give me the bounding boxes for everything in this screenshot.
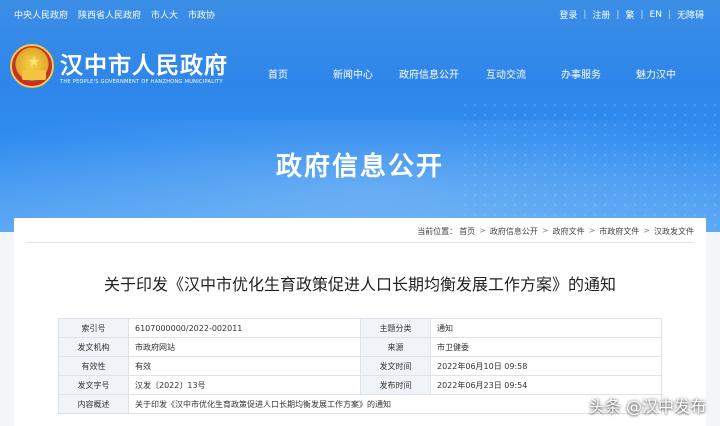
divider (26, 242, 694, 243)
meta-key: 主题分类 (360, 318, 431, 338)
nav-home[interactable]: 首页 (268, 66, 288, 81)
meta-key: 内容概述 (58, 394, 129, 414)
top-links: 中央人民政府 陕西省人民政府 市人大 市政协 (14, 8, 215, 21)
meta-summary-value: 关于印发《汉中市优化生育政策促进人口长期均衡发展工作方案》的通知 (128, 394, 662, 414)
table-row: 索引号 6107000000/2022-002011 主题分类 通知 (58, 318, 662, 338)
table-row: 有效性 有效 发文时间 2022年06月10日 09:58 (58, 356, 662, 376)
table-row: 发文字号 汉发〔2022〕13号 发布时间 2022年06月23日 09:54 (58, 375, 662, 395)
separator: | (616, 9, 620, 20)
breadcrumb-gov-info[interactable]: 政府信息公开 (490, 226, 538, 237)
watermark: 头条 @汉中发布 (588, 397, 706, 416)
breadcrumb: 当前位置： 首页 > 政府信息公开 > 政府文件 > 市政府文件 > 汉政发文件 (417, 226, 694, 237)
user-links: 登录 | 注册 | 繁 | EN | 无障碍 (559, 8, 704, 22)
nav-charm-hanzhong[interactable]: 魅力汉中 (636, 66, 676, 81)
table-row: 发文机构 市政府网站 来源 市卫健委 (58, 337, 662, 357)
meta-value: 有效 (128, 356, 361, 376)
national-emblem-icon[interactable]: ★ (10, 44, 54, 88)
breadcrumb-hanzhengfa[interactable]: 汉政发文件 (654, 226, 694, 237)
login-link[interactable]: 登录 (559, 8, 577, 21)
breadcrumb-home[interactable]: 首页 (459, 226, 475, 237)
meta-value: 汉发〔2022〕13号 (128, 375, 361, 395)
traditional-chinese-toggle[interactable]: 繁 (625, 8, 634, 21)
star-icon: ★ (27, 54, 41, 70)
breadcrumb-separator: > (588, 226, 596, 235)
accessibility-link[interactable]: 无障碍 (677, 8, 704, 21)
header-banner: 中央人民政府 陕西省人民政府 市人大 市政协 登录 | 注册 | 繁 | EN … (0, 0, 720, 232)
meta-key: 来源 (360, 337, 431, 357)
breadcrumb-separator: > (643, 226, 650, 235)
meta-key: 发文字号 (58, 375, 129, 395)
nav-services[interactable]: 办事服务 (561, 66, 601, 81)
nav-gov-info[interactable]: 政府信息公开 (399, 66, 459, 81)
meta-value: 通知 (430, 318, 662, 338)
meta-value: 6107000000/2022-002011 (128, 318, 361, 338)
meta-value: 2022年06月10日 09:58 (430, 356, 662, 376)
site-name[interactable]: 汉中市人民政府 (60, 46, 228, 80)
breadcrumb-separator: > (479, 226, 486, 235)
meta-value: 市政府网站 (128, 337, 361, 357)
tiananmen-icon (22, 70, 46, 80)
table-row: 内容概述 关于印发《汉中市优化生育政策促进人口长期均衡发展工作方案》的通知 (58, 394, 662, 414)
meta-value: 2022年06月23日 09:54 (430, 375, 662, 395)
page-heading: 政府信息公开 (275, 152, 444, 182)
breadcrumb-city-docs[interactable]: 市政府文件 (599, 226, 639, 237)
meta-key: 索引号 (58, 318, 129, 338)
meta-value: 市卫健委 (430, 337, 662, 357)
top-link-central-gov[interactable]: 中央人民政府 (14, 8, 68, 21)
document-metadata-table: 索引号 6107000000/2022-002011 主题分类 通知 发文机构 … (58, 318, 662, 414)
nav-interaction[interactable]: 互动交流 (486, 66, 526, 81)
site-subtitle: THE PEOPLE'S GOVERNMENT OF HANZHONG MUNI… (60, 79, 223, 85)
meta-key: 发文时间 (360, 356, 431, 376)
document-title: 关于印发《汉中市优化生育政策促进人口长期均衡发展工作方案》的通知 (103, 275, 616, 294)
top-link-shaanxi-gov[interactable]: 陕西省人民政府 (78, 8, 141, 21)
register-link[interactable]: 注册 (592, 8, 610, 21)
nav-news[interactable]: 新闻中心 (333, 66, 373, 81)
separator: | (583, 9, 587, 20)
english-toggle[interactable]: EN (650, 10, 662, 20)
meta-key: 有效性 (58, 356, 129, 376)
top-bar: 中央人民政府 陕西省人民政府 市人大 市政协 登录 | 注册 | 繁 | EN … (0, 0, 720, 28)
top-link-cppcc[interactable]: 市政协 (188, 8, 215, 21)
top-link-npc[interactable]: 市人大 (151, 8, 178, 21)
breadcrumb-separator: > (541, 226, 549, 235)
separator: | (640, 9, 644, 20)
separator: | (667, 9, 671, 20)
meta-key: 发布时间 (360, 375, 431, 395)
breadcrumb-label: 当前位置： (417, 227, 458, 236)
breadcrumb-gov-docs[interactable]: 政府文件 (553, 226, 585, 237)
meta-key: 发文机构 (58, 337, 129, 357)
